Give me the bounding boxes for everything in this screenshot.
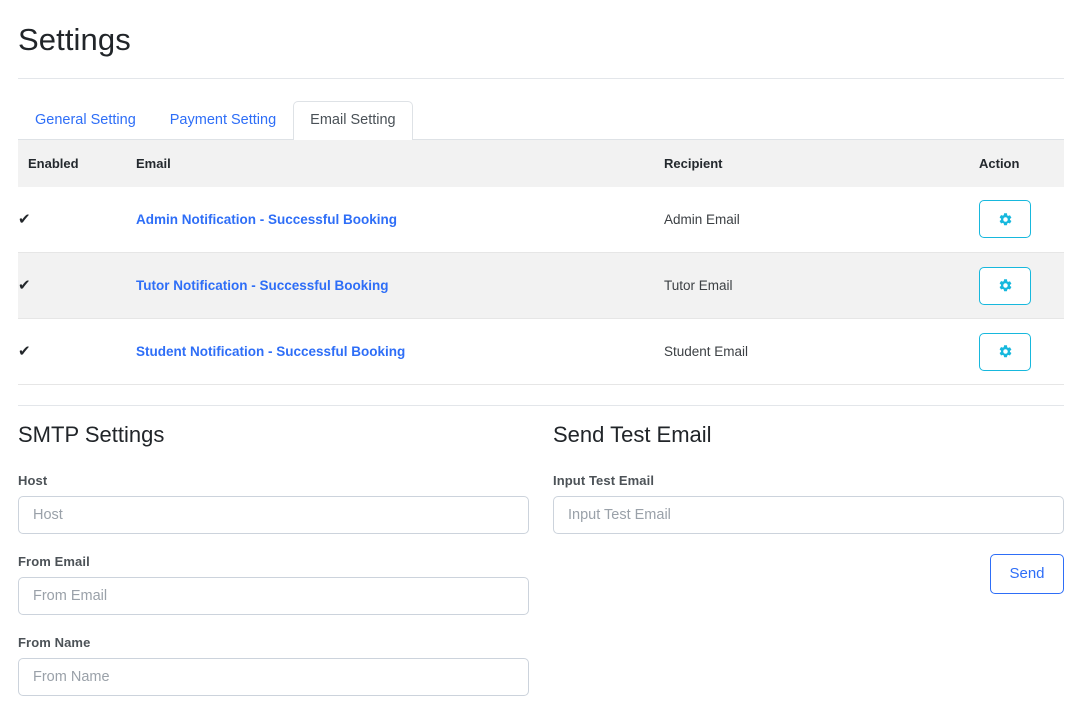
email-settings-table: Enabled Email Recipient Action ✔ Admin N…: [18, 139, 1064, 386]
table-header-row: Enabled Email Recipient Action: [18, 139, 1064, 187]
table-row: ✔ Tutor Notification - Successful Bookin…: [18, 252, 1064, 320]
cell-recipient: Student Email: [664, 318, 979, 386]
cell-action: [979, 318, 1064, 386]
table-row: ✔ Student Notification - Successful Book…: [18, 318, 1064, 386]
cell-enabled: ✔: [18, 186, 136, 254]
field-group-from-email: From Email: [18, 554, 529, 615]
label-from-name: From Name: [18, 634, 91, 650]
smtp-settings-heading: SMTP Settings: [18, 422, 165, 448]
tab-general-setting[interactable]: General Setting: [18, 101, 153, 140]
email-template-link-student[interactable]: Student Notification - Successful Bookin…: [136, 344, 405, 359]
label-host: Host: [18, 472, 48, 488]
settings-gear-button-tutor[interactable]: [979, 266, 1031, 305]
send-button-row: Send: [553, 553, 1064, 594]
recipient-label: Tutor Email: [664, 278, 733, 294]
table-body: ✔ Admin Notification - Successful Bookin…: [18, 186, 1064, 386]
title-divider: [18, 77, 1064, 79]
cell-email: Tutor Notification - Successful Booking: [136, 252, 664, 320]
cell-recipient: Tutor Email: [664, 252, 979, 320]
cell-email: Admin Notification - Successful Booking: [136, 186, 664, 254]
field-group-host: Host: [18, 473, 529, 534]
smtp-settings-section: SMTP Settings Host From Email From Name: [18, 422, 529, 715]
cell-action: [979, 186, 1064, 254]
check-icon: ✔: [18, 277, 31, 295]
email-template-link-tutor[interactable]: Tutor Notification - Successful Booking: [136, 278, 389, 293]
tab-payment-setting[interactable]: Payment Setting: [153, 101, 293, 140]
page-title: Settings: [18, 22, 131, 57]
send-test-email-section: Send Test Email Input Test Email Send: [553, 422, 1064, 715]
settings-gear-button-admin[interactable]: [979, 200, 1031, 239]
recipient-label: Admin Email: [664, 211, 740, 227]
table-header: Enabled Email Recipient Action: [18, 139, 1064, 187]
cell-enabled: ✔: [18, 252, 136, 320]
check-icon: ✔: [18, 210, 31, 228]
cell-action: [979, 252, 1064, 320]
field-group-from-name: From Name: [18, 635, 529, 696]
forms-row: SMTP Settings Host From Email From Name …: [18, 406, 1064, 715]
cell-recipient: Admin Email: [664, 186, 979, 254]
cell-enabled: ✔: [18, 318, 136, 386]
field-group-test-email: Input Test Email: [553, 473, 1064, 534]
settings-page: Settings General Setting Payment Setting…: [0, 0, 1082, 716]
send-test-email-heading: Send Test Email: [553, 422, 712, 448]
cell-email: Student Notification - Successful Bookin…: [136, 318, 664, 386]
tab-email-setting[interactable]: Email Setting: [293, 101, 413, 140]
email-template-link-admin[interactable]: Admin Notification - Successful Booking: [136, 212, 397, 227]
column-header-enabled: Enabled: [18, 139, 136, 187]
label-input-test-email: Input Test Email: [553, 472, 655, 488]
host-input[interactable]: [18, 495, 529, 534]
settings-gear-button-student[interactable]: [979, 332, 1031, 371]
gear-icon: [998, 278, 1013, 293]
column-header-action: Action: [979, 139, 1064, 187]
settings-tabs: General Setting Payment Setting Email Se…: [18, 97, 1064, 140]
column-header-recipient: Recipient: [664, 139, 979, 187]
check-icon: ✔: [18, 343, 31, 361]
gear-icon: [998, 212, 1013, 227]
gear-icon: [998, 344, 1013, 359]
from-email-input[interactable]: [18, 576, 529, 615]
recipient-label: Student Email: [664, 344, 749, 360]
send-test-email-button[interactable]: Send: [990, 553, 1064, 594]
from-name-input[interactable]: [18, 657, 529, 696]
label-from-email: From Email: [18, 553, 90, 569]
column-header-email: Email: [136, 139, 664, 187]
test-email-input[interactable]: [553, 495, 1064, 534]
table-row: ✔ Admin Notification - Successful Bookin…: [18, 186, 1064, 254]
